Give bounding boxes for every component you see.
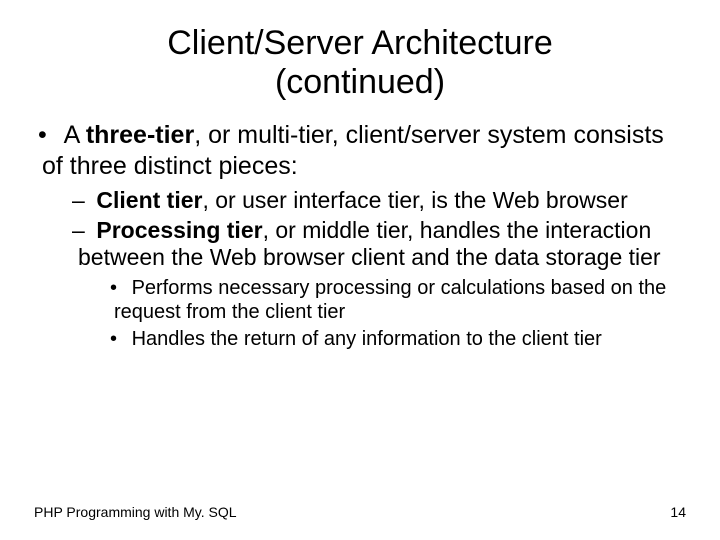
sub-item-bold: Processing tier <box>96 217 262 243</box>
bullet-list-level-2: Client tier, or user interface tier, is … <box>78 187 686 351</box>
list-item: Processing tier, or middle tier, handles… <box>78 217 686 351</box>
sub2-text: Performs necessary processing or calcula… <box>114 277 666 323</box>
footer-left-text: PHP Programming with My. SQL <box>34 504 237 520</box>
bullet-list-level-1: A three-tier, or multi-tier, client/serv… <box>42 120 686 351</box>
list-item: Performs necessary processing or calcula… <box>114 276 686 325</box>
sub-item-bold: Client tier <box>96 187 202 213</box>
title-line-1: Client/Server Architecture <box>167 24 553 62</box>
list-item: Handles the return of any information to… <box>114 327 686 351</box>
list-item: Client tier, or user interface tier, is … <box>78 187 686 215</box>
slide-title: Client/Server Architecture (continued) <box>34 24 686 102</box>
slide: Client/Server Architecture (continued) A… <box>0 0 720 540</box>
page-number: 14 <box>670 504 686 520</box>
sub-item-text: , or user interface tier, is the Web bro… <box>202 187 627 213</box>
sub2-text: Handles the return of any information to… <box>132 328 602 350</box>
list-item: A three-tier, or multi-tier, client/serv… <box>42 120 686 351</box>
slide-footer: PHP Programming with My. SQL 14 <box>34 504 686 520</box>
title-line-2: (continued) <box>275 63 445 101</box>
bullet-text-bold: three-tier <box>86 121 194 149</box>
bullet-text-pre: A <box>64 121 86 149</box>
bullet-list-level-3: Performs necessary processing or calcula… <box>114 276 686 351</box>
